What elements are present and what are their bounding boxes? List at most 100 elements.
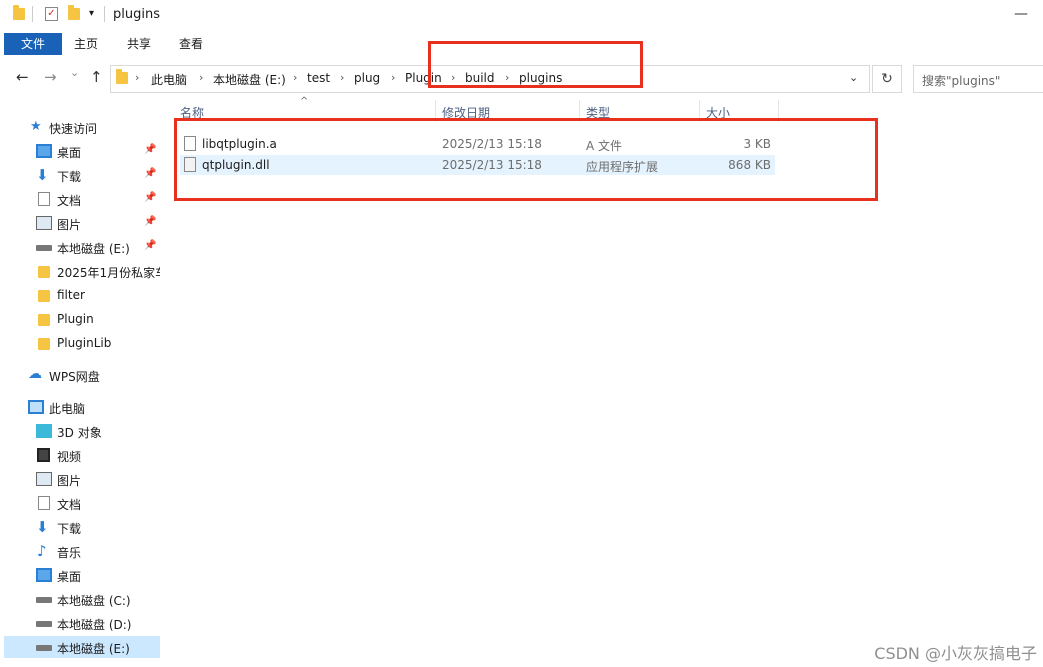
sidebar-item-label: 此电脑 <box>49 402 86 416</box>
sidebar-item-label: 本地磁盘 (E:) <box>57 642 130 656</box>
sidebar-this-pc[interactable]: 此电脑 <box>0 396 160 418</box>
breadcrumb-drive-e[interactable]: 本地磁盘 (E:) <box>213 71 286 88</box>
toolbar-divider <box>104 6 105 22</box>
document-icon <box>38 192 50 206</box>
sidebar-item-label: WPS网盘 <box>49 370 100 384</box>
breadcrumb-separator[interactable]: › <box>293 71 297 84</box>
breadcrumb-this-pc[interactable]: 此电脑 <box>151 71 187 88</box>
highlight-box-path <box>428 41 643 88</box>
pin-icon[interactable]: 📌 <box>144 192 156 203</box>
download-icon: ⬇ <box>36 518 49 536</box>
sidebar-item-drive-c[interactable]: 本地磁盘 (C:) <box>0 588 160 610</box>
sidebar-item-label: 3D 对象 <box>57 426 102 440</box>
drive-icon <box>36 621 52 627</box>
address-dropdown-button[interactable]: ⌄ <box>849 71 858 84</box>
folder-icon <box>116 69 128 84</box>
sidebar-item-documents[interactable]: 文档 📌 <box>0 188 160 210</box>
window-title: plugins <box>113 7 160 22</box>
tab-view[interactable]: 查看 <box>165 33 217 55</box>
music-icon: ♪ <box>37 542 47 560</box>
folder-icon <box>38 314 50 326</box>
minimize-button[interactable]: — <box>1008 6 1034 24</box>
forward-button[interactable]: → <box>44 68 57 86</box>
search-placeholder: 搜索"plugins" <box>922 74 1001 88</box>
drive-icon <box>36 597 52 603</box>
sidebar-item-label: 桌面 <box>57 146 82 160</box>
pin-icon[interactable]: 📌 <box>144 168 156 179</box>
sidebar-item-pictures-pc[interactable]: 图片 <box>0 468 160 490</box>
sidebar-item-label: 本地磁盘 (C:) <box>57 594 131 608</box>
tab-file[interactable]: 文件 <box>4 33 62 55</box>
sidebar-item-filter[interactable]: filter <box>0 284 160 306</box>
star-icon: ★ <box>30 119 42 134</box>
sidebar-item-label: 图片 <box>57 218 82 232</box>
tab-share[interactable]: 共享 <box>113 33 165 55</box>
pin-icon[interactable]: 📌 <box>144 144 156 155</box>
back-button[interactable]: ← <box>16 68 29 86</box>
customize-toolbar-icon[interactable]: ▾ <box>89 8 94 19</box>
breadcrumb-separator[interactable]: › <box>391 71 395 84</box>
breadcrumb-separator[interactable]: › <box>199 71 203 84</box>
sidebar-item-label: 文档 <box>57 498 82 512</box>
sidebar-item-label: 音乐 <box>57 546 82 560</box>
watermark: CSDN @小灰灰搞电子 <box>874 644 1037 663</box>
sidebar-item-label: 下载 <box>57 170 82 184</box>
breadcrumb-separator[interactable]: › <box>135 71 139 84</box>
sidebar-item-label: 文档 <box>57 194 82 208</box>
new-folder-icon[interactable] <box>68 5 80 20</box>
sidebar-item-videos[interactable]: 视频 <box>0 444 160 466</box>
sidebar-quick-access[interactable]: ★ 快速访问 <box>0 116 160 138</box>
drive-icon <box>36 245 52 251</box>
document-icon <box>38 496 50 510</box>
tab-home[interactable]: 主页 <box>60 33 112 55</box>
breadcrumb-test[interactable]: test <box>307 71 330 85</box>
pin-icon[interactable]: 📌 <box>144 240 156 251</box>
up-button[interactable]: ↑ <box>90 68 103 86</box>
folder-icon <box>13 5 25 20</box>
sidebar-item-desktop[interactable]: 桌面 📌 <box>0 140 160 162</box>
properties-icon[interactable]: ✓ <box>45 7 58 21</box>
sidebar-item-plugin[interactable]: Plugin <box>0 308 160 330</box>
sidebar-item-desktop-pc[interactable]: 桌面 <box>0 564 160 586</box>
recent-locations-button[interactable]: ⌄ <box>70 66 79 79</box>
highlight-box-files <box>174 118 878 201</box>
sidebar-item-label: 视频 <box>57 450 82 464</box>
sidebar-item-downloads[interactable]: ⬇ 下载 📌 <box>0 164 160 186</box>
folder-icon <box>38 338 50 350</box>
navigation-pane: ★ 快速访问 桌面 📌 ⬇ 下载 📌 文档 📌 图片 📌 本地磁盘 (E:) 📌… <box>0 96 162 667</box>
pin-icon[interactable]: 📌 <box>144 216 156 227</box>
folder-icon <box>38 266 50 278</box>
sidebar-item-drive-d[interactable]: 本地磁盘 (D:) <box>0 612 160 634</box>
drive-icon <box>36 645 52 651</box>
sort-ascending-icon: ^ <box>300 96 309 107</box>
sidebar-item-drive-e-pc[interactable]: 本地磁盘 (E:) <box>4 636 160 658</box>
refresh-button[interactable]: ↻ <box>872 65 902 93</box>
sidebar-item-wps[interactable]: ☁ WPS网盘 <box>0 364 160 386</box>
breadcrumb-separator[interactable]: › <box>340 71 344 84</box>
sidebar-item-label: 2025年1月份私家车 <box>57 266 160 280</box>
sidebar-item-music[interactable]: ♪ 音乐 <box>0 540 160 562</box>
video-icon <box>37 448 50 462</box>
sidebar-item-label: 本地磁盘 (D:) <box>57 618 132 632</box>
sidebar-item-pluginlib[interactable]: PluginLib <box>0 332 160 354</box>
sidebar-item-label: 下载 <box>57 522 82 536</box>
search-input[interactable]: 搜索"plugins" <box>913 65 1043 93</box>
sidebar-item-label: filter <box>57 288 85 302</box>
sidebar-item-drive-e[interactable]: 本地磁盘 (E:) 📌 <box>0 236 160 258</box>
sidebar-item-downloads-pc[interactable]: ⬇ 下载 <box>0 516 160 538</box>
desktop-icon <box>36 144 52 158</box>
download-icon: ⬇ <box>36 166 49 184</box>
cloud-icon: ☁ <box>28 366 42 382</box>
pictures-icon <box>36 472 52 486</box>
sidebar-item-label: 快速访问 <box>49 122 98 136</box>
sidebar-item-3d-objects[interactable]: 3D 对象 <box>0 420 160 442</box>
toolbar-divider <box>32 6 33 22</box>
breadcrumb-plug[interactable]: plug <box>354 71 380 85</box>
computer-icon <box>28 400 44 414</box>
sidebar-item-documents-pc[interactable]: 文档 <box>0 492 160 514</box>
desktop-icon <box>36 568 52 582</box>
sidebar-item-pictures[interactable]: 图片 📌 <box>0 212 160 234</box>
sidebar-item-folder-2025[interactable]: 2025年1月份私家车 <box>0 260 160 282</box>
pictures-icon <box>36 216 52 230</box>
title-bar: ✓ ▾ plugins — <box>0 0 1043 30</box>
